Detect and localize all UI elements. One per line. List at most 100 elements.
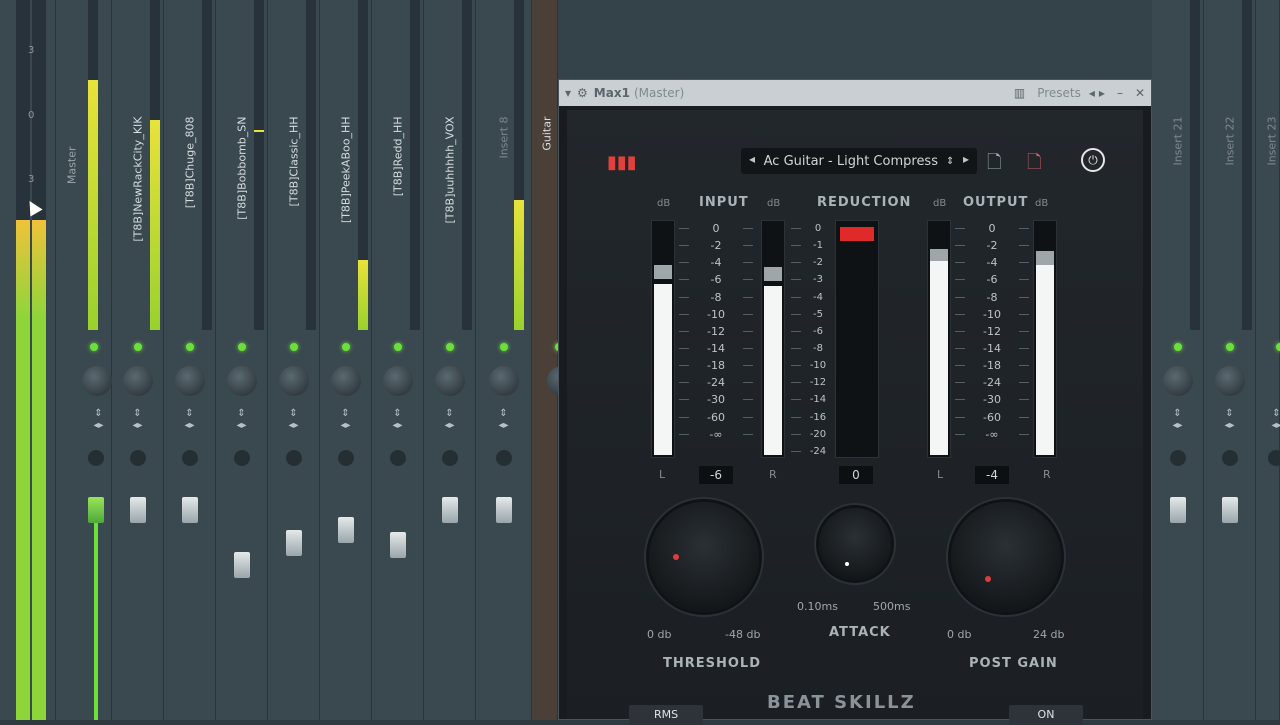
volume-fader[interactable]: [338, 517, 354, 543]
pan-knob[interactable]: [331, 366, 361, 396]
channel-active-led[interactable]: [186, 343, 194, 351]
route-arrows-icon[interactable]: ⇕◂▸: [1171, 408, 1185, 432]
channel-active-led[interactable]: [238, 343, 246, 351]
pan-knob[interactable]: [123, 366, 153, 396]
mixer-track-strip[interactable]: Insert 22 ⇕◂▸: [1204, 0, 1256, 720]
mixer-track-strip[interactable]: [T8B]Bobbomb_SN ⇕◂▸: [216, 0, 268, 720]
pan-knob[interactable]: [82, 366, 112, 396]
mixer-track-strip[interactable]: [T8B]NewRackCity_KIK ⇕◂▸: [112, 0, 164, 720]
output-label: OUTPUT: [963, 195, 1028, 210]
channel-active-led[interactable]: [290, 343, 298, 351]
delete-preset-icon[interactable]: 🗋: [1027, 150, 1041, 180]
channel-active-led[interactable]: [394, 343, 402, 351]
plugin-window[interactable]: ▾ ⚙ Max1 (Master) ▥ Presets ◂ ▸ – ✕ ▮▮▮ …: [558, 79, 1152, 720]
channel-active-led[interactable]: [1174, 343, 1182, 351]
mixer-track-strip[interactable]: [T8B]Chuge_808 ⇕◂▸: [164, 0, 216, 720]
mixer-track-strip[interactable]: [T8B]Redd_HH ⇕◂▸: [372, 0, 424, 720]
presets-button[interactable]: Presets: [1037, 86, 1081, 100]
pan-knob[interactable]: [1163, 366, 1193, 396]
volume-fader[interactable]: [286, 530, 302, 556]
volume-fader[interactable]: [234, 552, 250, 578]
next-preset-arrow-icon[interactable]: ▸: [1099, 86, 1105, 100]
route-arrows-icon[interactable]: ⇕◂▸: [287, 408, 301, 432]
stereo-knob[interactable]: [1268, 450, 1280, 466]
mixer-track-strip[interactable]: Insert 23 ⇕◂▸: [1256, 0, 1280, 720]
pan-knob[interactable]: [1215, 366, 1245, 396]
route-arrows-icon[interactable]: ⇕◂▸: [235, 408, 249, 432]
mixer-track-strip[interactable]: Insert 8 ⇕◂▸: [476, 0, 532, 720]
route-arrows-icon[interactable]: ⇕◂▸: [497, 408, 511, 432]
threshold-knob[interactable]: [649, 502, 759, 612]
mixer-track-strip[interactable]: [T8B]PeekABoo_HH ⇕◂▸: [320, 0, 372, 720]
rms-button[interactable]: RMS: [629, 705, 703, 725]
route-arrows-icon[interactable]: ⇕◂▸: [1270, 408, 1280, 432]
channel-active-led[interactable]: [90, 343, 98, 351]
input-label: INPUT: [699, 195, 749, 210]
stereo-knob[interactable]: [390, 450, 406, 466]
volume-fader[interactable]: [496, 497, 512, 523]
route-arrows-icon[interactable]: ⇕◂▸: [92, 408, 106, 432]
preset-next-icon[interactable]: ▸: [963, 152, 969, 166]
preset-selector[interactable]: ◂ Ac Guitar - Light Compress ⇕ ▸: [741, 148, 977, 174]
mixer-track-strip[interactable]: [T8B]uuhhhhh_VOX ⇕◂▸: [424, 0, 476, 720]
prev-preset-arrow-icon[interactable]: ◂: [1089, 86, 1095, 100]
volume-fader[interactable]: [182, 497, 198, 523]
stereo-knob[interactable]: [130, 450, 146, 466]
input-value[interactable]: -6: [699, 466, 733, 484]
on-button[interactable]: ON: [1009, 705, 1083, 725]
pan-knob[interactable]: [435, 366, 465, 396]
preset-prev-icon[interactable]: ◂: [749, 152, 755, 166]
save-preset-icon[interactable]: 🗋: [987, 150, 1001, 180]
stereo-knob[interactable]: [1222, 450, 1238, 466]
mixer-track-strip[interactable]: [T8B]Classic_HH ⇕◂▸: [268, 0, 320, 720]
mixer-track-strip[interactable]: Insert 21 ⇕◂▸: [1152, 0, 1204, 720]
volume-fader[interactable]: [130, 497, 146, 523]
route-arrows-icon[interactable]: ⇕◂▸: [443, 408, 457, 432]
volume-fader[interactable]: [1222, 497, 1238, 523]
channel-active-led[interactable]: [1276, 343, 1280, 351]
gear-icon[interactable]: ⚙: [577, 86, 588, 100]
output-value[interactable]: -4: [975, 466, 1009, 484]
piano-roll-icon[interactable]: ▥: [1014, 86, 1025, 100]
window-menu-arrow-icon[interactable]: ▾: [565, 86, 571, 100]
route-arrows-icon[interactable]: ⇕◂▸: [183, 408, 197, 432]
stereo-knob[interactable]: [88, 450, 104, 466]
route-arrows-icon[interactable]: ⇕◂▸: [339, 408, 353, 432]
minimize-icon[interactable]: –: [1117, 86, 1123, 100]
stereo-knob[interactable]: [496, 450, 512, 466]
stereo-knob[interactable]: [338, 450, 354, 466]
close-icon[interactable]: ✕: [1135, 86, 1145, 100]
preset-dropdown-icon[interactable]: ⇕: [946, 156, 954, 167]
power-icon[interactable]: ⏻: [1081, 148, 1105, 172]
channel-active-led[interactable]: [134, 343, 142, 351]
route-arrows-icon[interactable]: ⇕◂▸: [1223, 408, 1237, 432]
volume-fader[interactable]: [442, 497, 458, 523]
stereo-knob[interactable]: [286, 450, 302, 466]
master-channel-strip[interactable]: Master ⇕◂▸: [56, 0, 112, 720]
plugin-topbar: ▮▮▮ ◂ Ac Guitar - Light Compress ⇕ ▸ 🗋 🗋…: [567, 146, 1143, 176]
route-arrows-icon[interactable]: ⇕◂▸: [131, 408, 145, 432]
attack-knob[interactable]: [819, 508, 891, 580]
volume-fader[interactable]: [88, 497, 104, 523]
channel-active-led[interactable]: [1226, 343, 1234, 351]
pan-knob[interactable]: [489, 366, 519, 396]
pan-knob[interactable]: [175, 366, 205, 396]
pan-knob[interactable]: [383, 366, 413, 396]
reduction-meter: [835, 220, 879, 458]
stereo-knob[interactable]: [1170, 450, 1186, 466]
channel-active-led[interactable]: [446, 343, 454, 351]
route-arrows-icon[interactable]: ⇕◂▸: [391, 408, 405, 432]
pan-knob[interactable]: [279, 366, 309, 396]
stereo-knob[interactable]: [182, 450, 198, 466]
plugin-titlebar[interactable]: ▾ ⚙ Max1 (Master) ▥ Presets ◂ ▸ – ✕: [559, 80, 1151, 106]
volume-fader[interactable]: [1170, 497, 1186, 523]
channel-active-led[interactable]: [500, 343, 508, 351]
stereo-knob[interactable]: [234, 450, 250, 466]
pan-knob[interactable]: [227, 366, 257, 396]
stereo-knob[interactable]: [442, 450, 458, 466]
post-gain-knob[interactable]: [951, 502, 1061, 612]
volume-fader[interactable]: [390, 532, 406, 558]
mixer-track-strip[interactable]: Guitar: [532, 0, 558, 720]
channel-active-led[interactable]: [342, 343, 350, 351]
attack-max-label: 500ms: [873, 600, 910, 613]
